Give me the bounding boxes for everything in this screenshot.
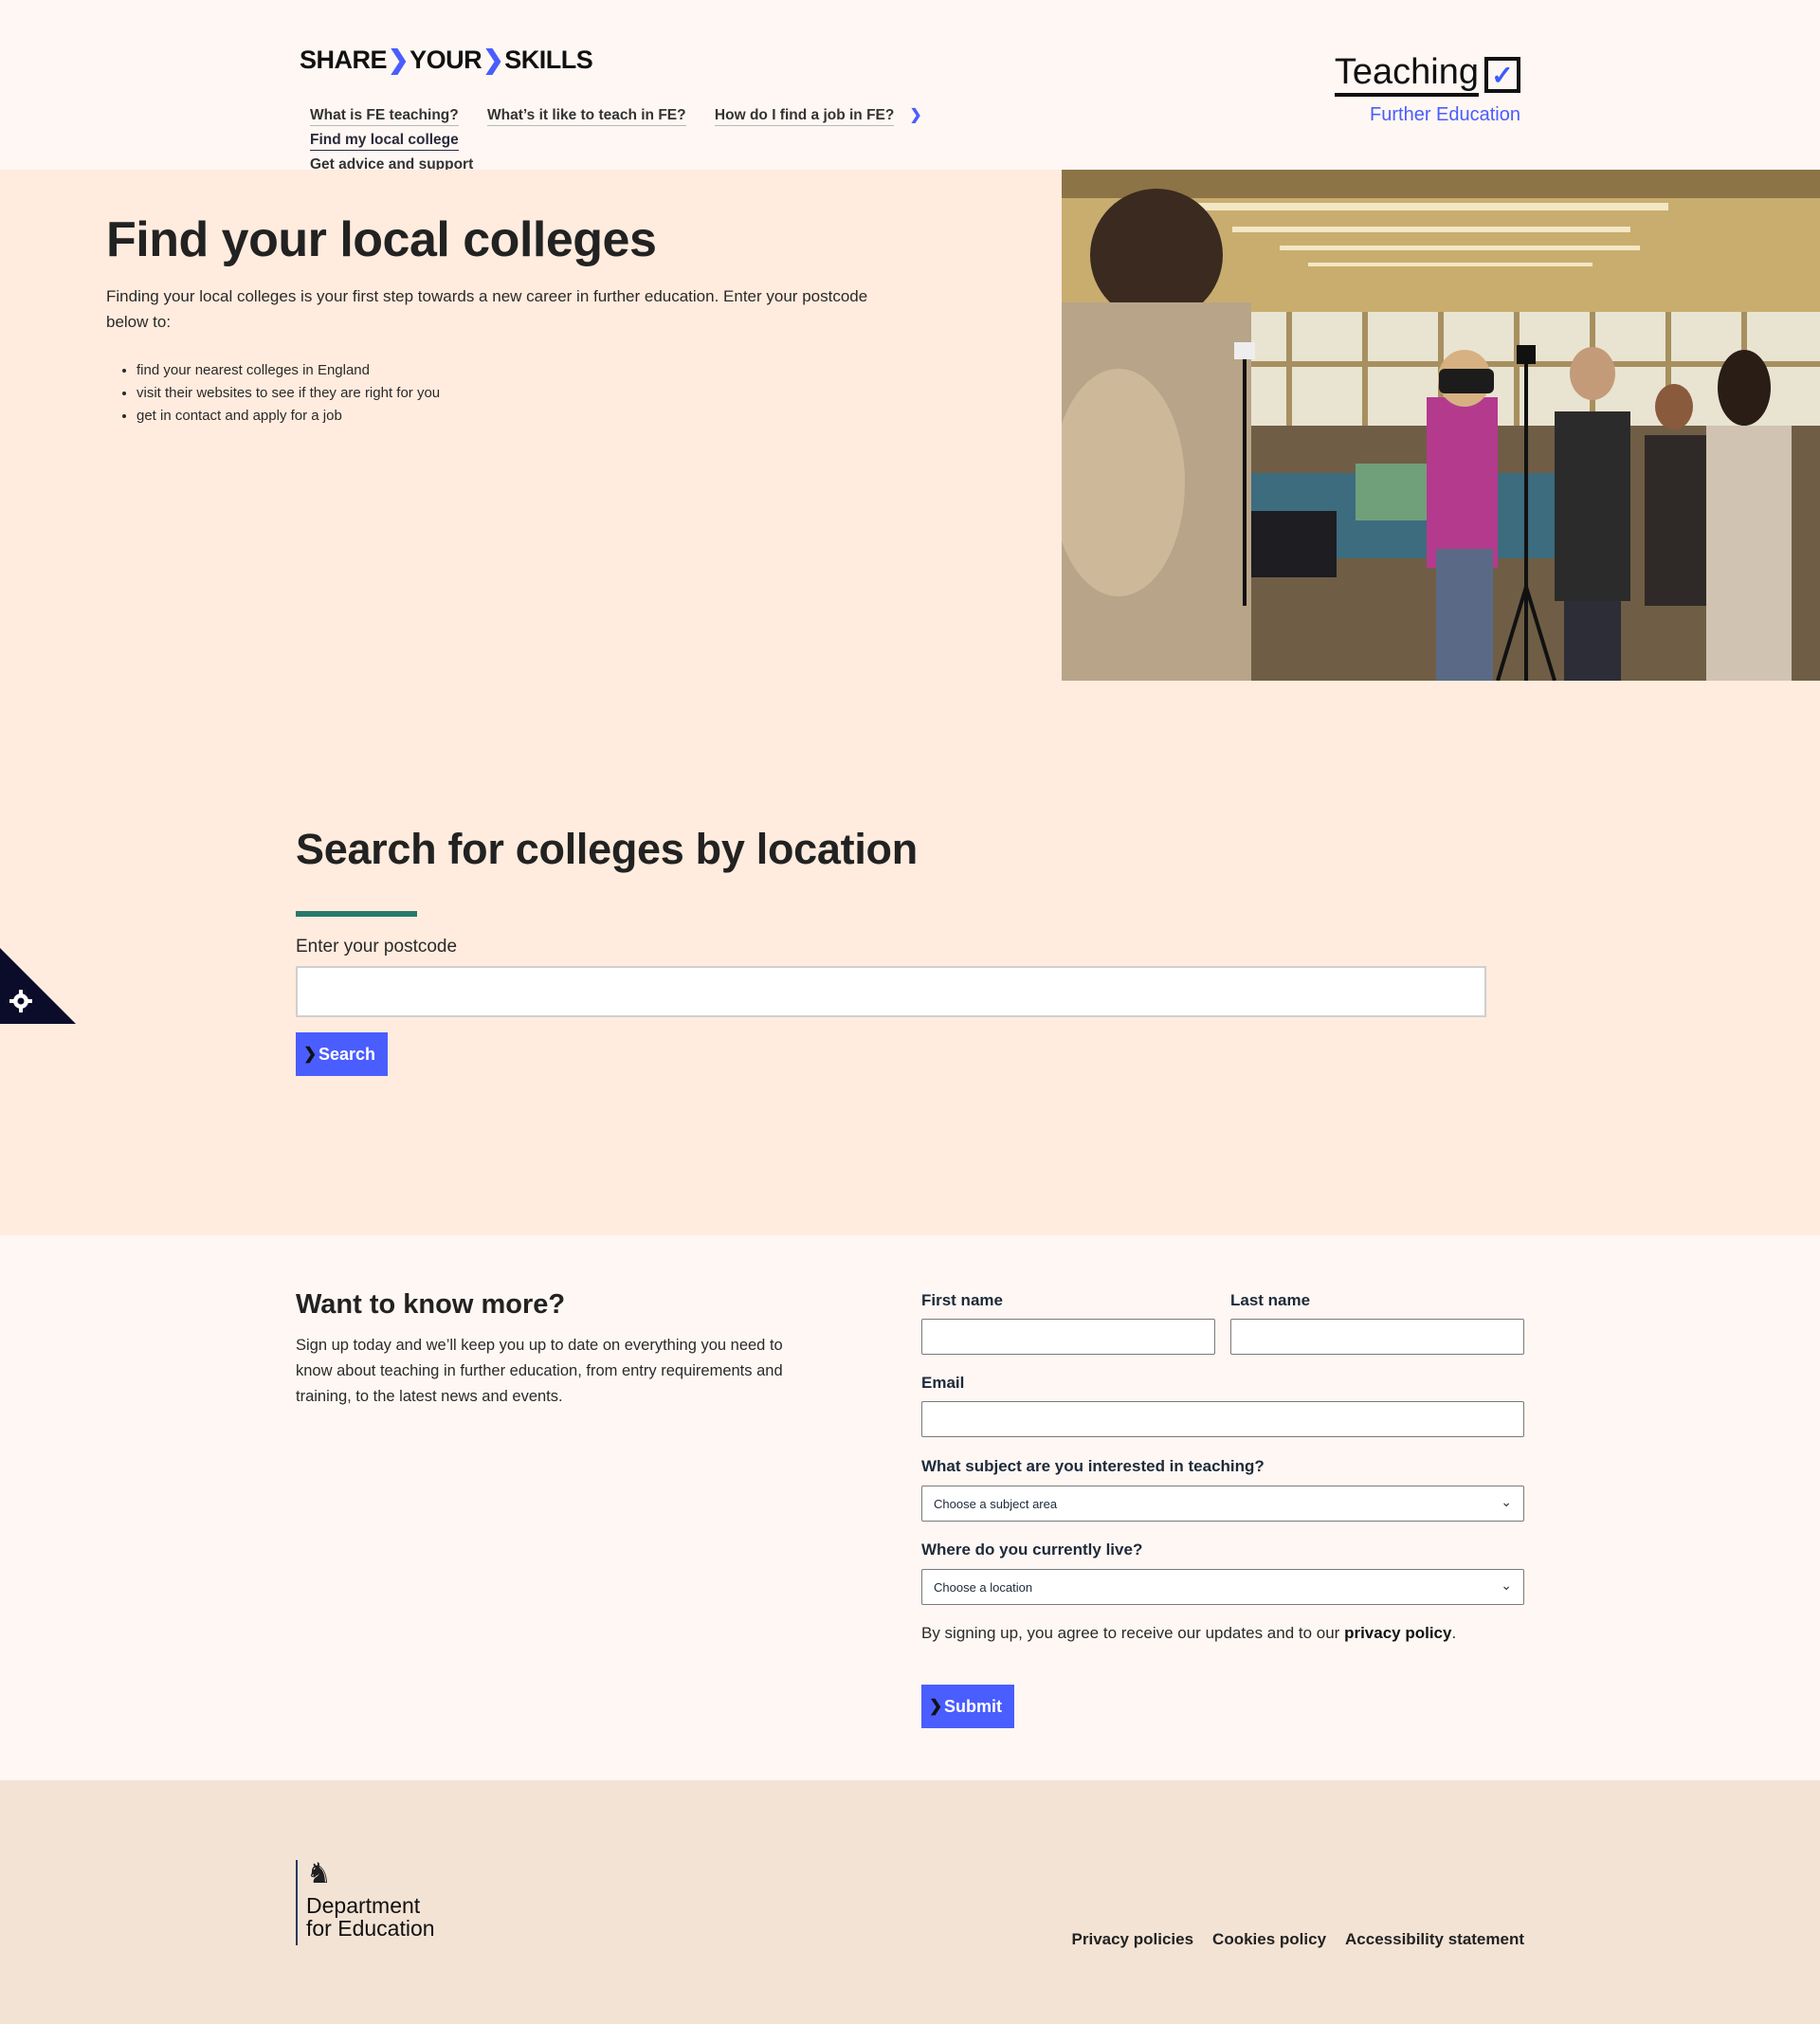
submit-button-label: Submit [944, 1696, 1002, 1716]
nav-item-find-my-local-college[interactable]: Find my local college [310, 132, 459, 151]
chevron-right-icon: ❯ [303, 1045, 318, 1063]
last-name-field[interactable] [1230, 1319, 1524, 1355]
location-label: Where do you currently live? [921, 1541, 1143, 1559]
first-name-field[interactable] [921, 1319, 1215, 1355]
consent-text: By signing up, you agree to receive our … [921, 1624, 1456, 1643]
footer-links: Privacy policies Cookies policy Accessib… [1072, 1930, 1524, 1949]
org-name-line2: for Education [306, 1916, 435, 1941]
chevron-right-icon: ❯ [909, 107, 922, 123]
site-header: SHARE ❯ YOUR ❯ SKILLS What is FE teachin… [0, 0, 1820, 175]
share-your-skills-logo[interactable]: SHARE ❯ YOUR ❯ SKILLS [300, 46, 593, 75]
list-item: visit their websites to see if they are … [136, 382, 440, 405]
subject-select[interactable]: Choose a subject area ⌄ [921, 1486, 1524, 1522]
chevron-right-icon: ❯ [388, 46, 410, 74]
newsletter-signup-section: Want to know more? Sign up today and we’… [0, 1235, 1820, 1780]
location-select[interactable]: Choose a location ⌄ [921, 1569, 1524, 1605]
chevron-down-icon: ⌄ [1501, 1577, 1512, 1593]
footer-link-privacy-policies[interactable]: Privacy policies [1072, 1930, 1194, 1949]
nav-item-find-a-job[interactable]: How do I find a job in FE? [714, 107, 895, 126]
subject-select-value: Choose a subject area [934, 1497, 1058, 1511]
title-underline-divider [296, 911, 417, 917]
list-item: get in contact and apply for a job [136, 405, 440, 428]
consent-suffix: . [1451, 1624, 1457, 1642]
location-select-value: Choose a location [934, 1580, 1033, 1595]
postcode-label: Enter your postcode [296, 937, 458, 957]
search-button[interactable]: ❯ Search [296, 1032, 388, 1076]
privacy-policy-link[interactable]: privacy policy [1344, 1624, 1451, 1642]
last-name-label: Last name [1230, 1291, 1311, 1309]
hero-section: Find your local colleges Finding your lo… [0, 170, 1820, 681]
footer-link-cookies-policy[interactable]: Cookies policy [1212, 1930, 1326, 1949]
org-name-line1: Department [306, 1893, 421, 1918]
logo-title: Teaching [1334, 53, 1479, 97]
email-label: Email [921, 1374, 965, 1392]
signup-description: Sign up today and we’ll keep you up to d… [296, 1337, 783, 1405]
brand-word-skills: SKILLS [504, 46, 593, 74]
logo-subtitle: Further Education [1370, 104, 1520, 125]
subject-label: What subject are you interested in teach… [921, 1457, 1265, 1475]
chevron-right-icon: ❯ [482, 46, 504, 74]
cookie-settings-button[interactable] [0, 948, 76, 1024]
chevron-right-icon: ❯ [929, 1697, 943, 1715]
chevron-down-icon: ⌄ [1501, 1494, 1512, 1509]
teaching-further-education-logo[interactable]: Teaching ✓ Further Education [1334, 53, 1520, 126]
signup-title: Want to know more? [296, 1289, 566, 1320]
search-button-label: Search [318, 1044, 376, 1064]
college-search-section: Search for colleges by location Enter yo… [0, 681, 1820, 1235]
consent-prefix: By signing up, you agree to receive our … [921, 1624, 1345, 1642]
postcode-input[interactable] [296, 966, 1486, 1017]
checkbox-tick-icon: ✓ [1484, 57, 1520, 93]
brand-word-share: SHARE [300, 46, 388, 74]
hero-classroom-photo [1062, 170, 1820, 681]
site-footer: ♞ Department for Education Privacy polic… [0, 1780, 1820, 2024]
nav-item-what-is-fe-teaching[interactable]: What is FE teaching? [310, 107, 459, 126]
brand-word-your: YOUR [410, 46, 482, 74]
footer-link-accessibility-statement[interactable]: Accessibility statement [1345, 1930, 1524, 1949]
nav-item-whats-it-like[interactable]: What’s it like to teach in FE? [487, 107, 686, 126]
hero-bullet-list: find your nearest colleges in England vi… [136, 359, 440, 428]
hero-intro: Finding your local colleges is your firs… [106, 287, 868, 331]
page-title: Find your local colleges [106, 212, 657, 267]
department-for-education-logo[interactable]: ♞ Department for Education [296, 1860, 435, 1945]
royal-crest-icon: ♞ [306, 1858, 332, 1889]
email-field[interactable] [921, 1401, 1524, 1437]
search-title: Search for colleges by location [296, 825, 918, 873]
first-name-label: First name [921, 1291, 1003, 1309]
list-item: find your nearest colleges in England [136, 359, 440, 382]
submit-button[interactable]: ❯ Submit [921, 1685, 1014, 1728]
